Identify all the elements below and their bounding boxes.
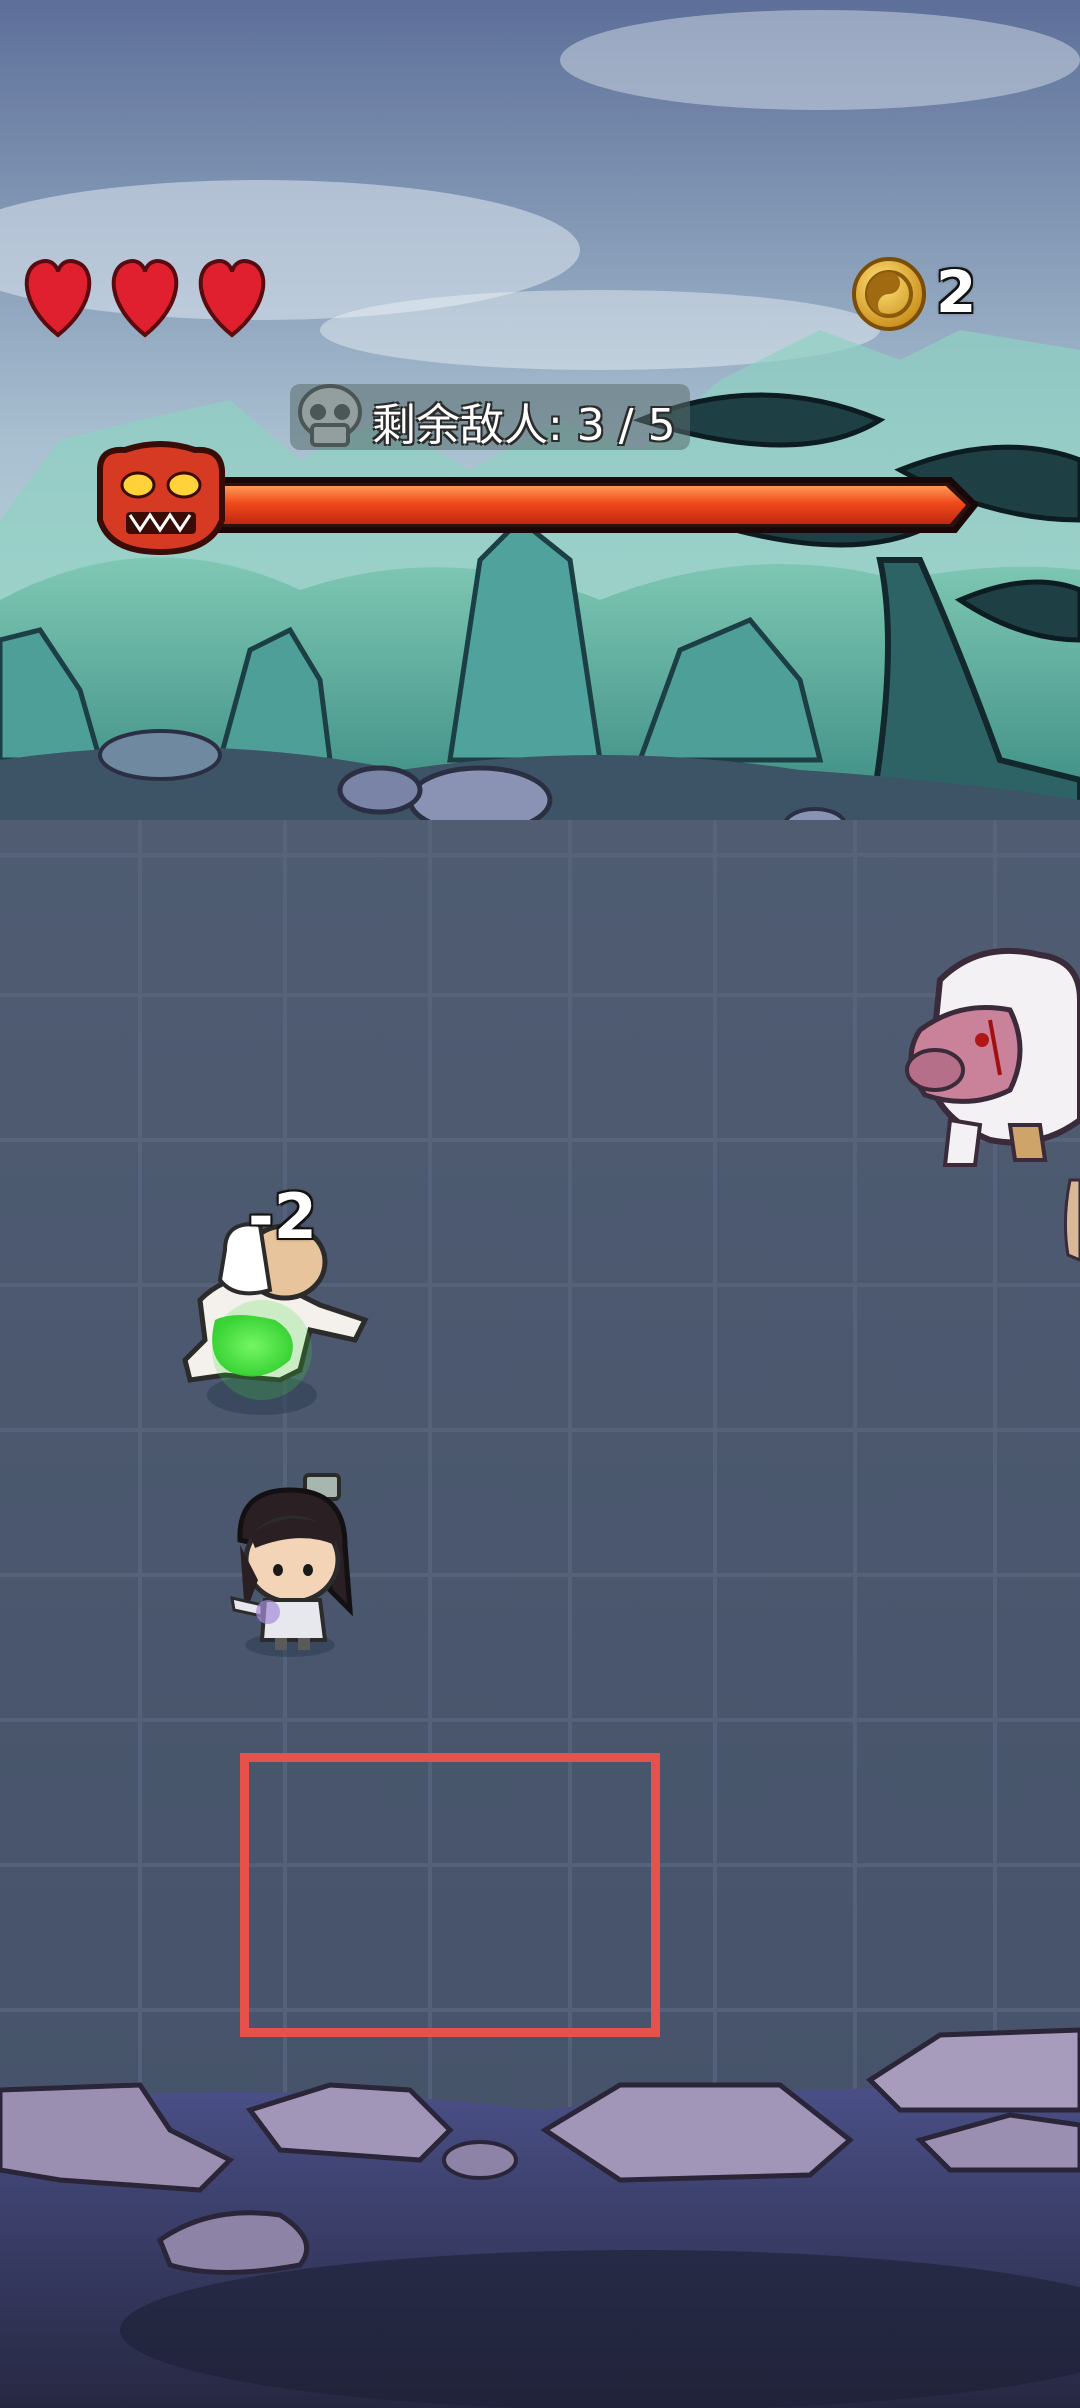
demon-mask-icon xyxy=(97,441,225,556)
game-stage: 2 剩余敌人: 3 / 5 -2 xyxy=(0,0,1080,2408)
coin-count: 2 xyxy=(936,258,977,326)
boss-health-bar xyxy=(197,477,980,533)
lives-hearts xyxy=(24,259,266,338)
yin-yang-coin-icon xyxy=(852,257,926,331)
enemies-remaining-label: 剩余敌人: 3 / 5 xyxy=(372,400,676,451)
damage-popup: -2 xyxy=(248,1180,317,1253)
target-placement-box[interactable] xyxy=(240,1753,660,2037)
game-background xyxy=(0,0,1080,2408)
